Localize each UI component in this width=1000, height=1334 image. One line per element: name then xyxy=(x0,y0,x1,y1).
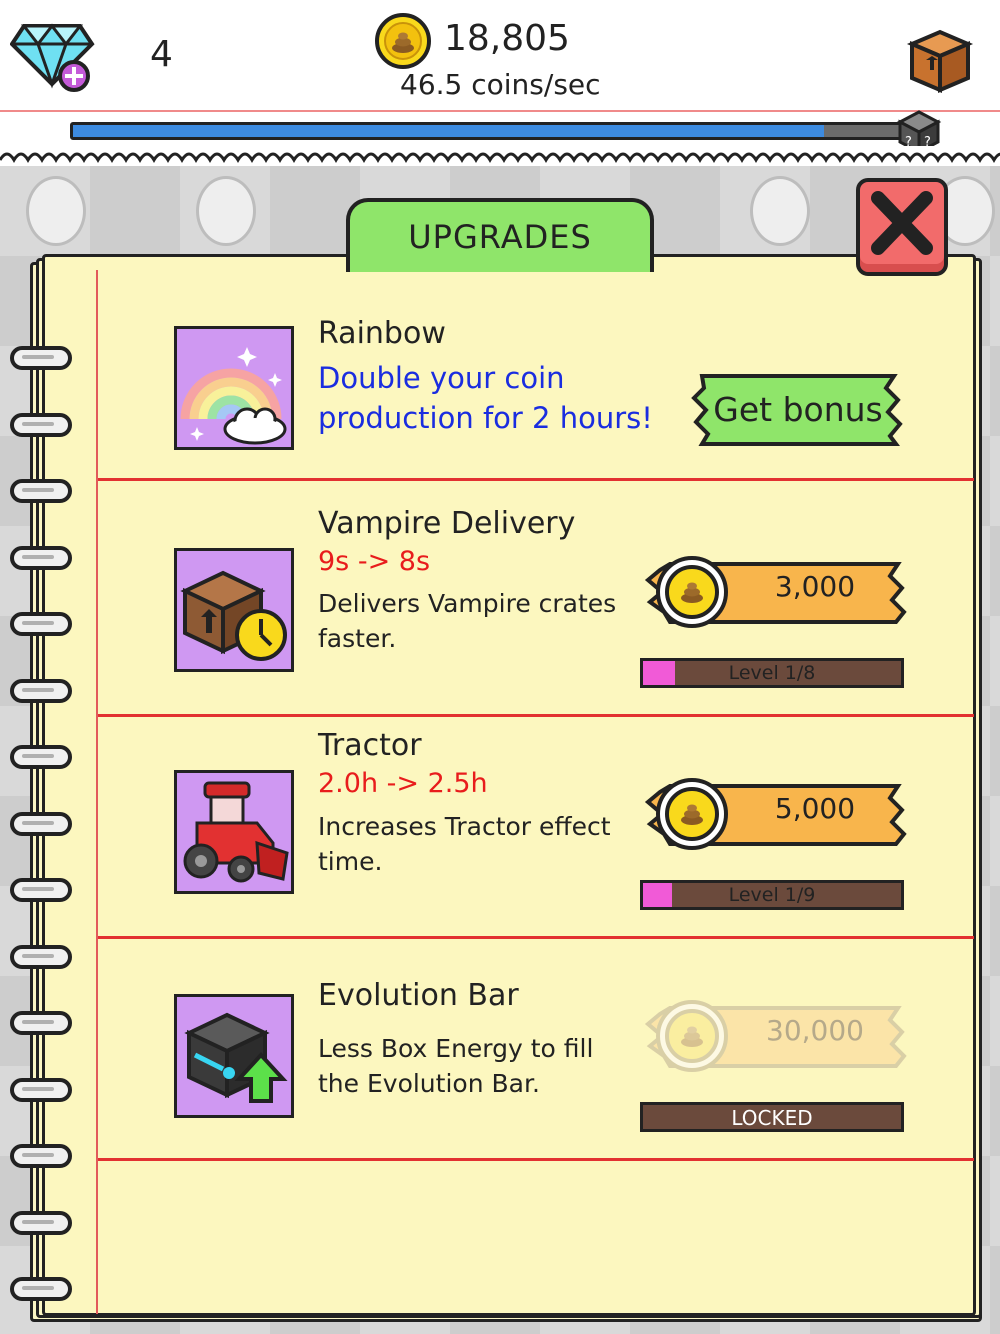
evolution-box-icon xyxy=(174,994,294,1118)
rainbow-icon xyxy=(174,326,294,450)
egg-pattern-icon xyxy=(750,176,810,246)
row-separator xyxy=(98,478,974,481)
spiral-ring xyxy=(10,944,72,969)
egg-pattern-icon xyxy=(196,176,256,246)
top-hud: 4 18,805 46.5 coins/sec xyxy=(0,0,1000,112)
upgrade-level-text: Level 1/9 xyxy=(728,884,816,906)
upgrade-description: Delivers Vampire crates faster. xyxy=(318,589,617,653)
upgrade-level-bar: Level 1/9 xyxy=(640,880,904,910)
crate-icon xyxy=(906,29,974,94)
row-separator xyxy=(98,936,974,939)
row-separator xyxy=(98,1158,974,1161)
buy-upgrade-button-locked: 30,000 xyxy=(640,996,908,1076)
coin-rate: 46.5 coins/sec xyxy=(400,68,601,101)
upgrade-cost: 3,000 xyxy=(774,570,856,603)
scallop-border xyxy=(0,146,1000,163)
upgrade-title: Tractor xyxy=(318,728,422,763)
crate-button[interactable] xyxy=(904,24,974,94)
upgrade-change: 9s -> 8s xyxy=(318,546,431,577)
locked-status-text: LOCKED xyxy=(731,1106,813,1130)
upgrade-title: Rainbow xyxy=(318,316,446,351)
buy-upgrade-button[interactable]: 5,000 xyxy=(640,774,908,854)
spiral-ring xyxy=(10,1011,72,1035)
upgrade-level-bar: Level 1/8 xyxy=(640,658,904,688)
spiral-ring xyxy=(10,678,72,703)
spiral-ring xyxy=(10,1210,72,1235)
gem-icon xyxy=(9,23,95,92)
close-icon xyxy=(871,191,933,255)
spiral-ring xyxy=(10,412,72,437)
spiral-ring xyxy=(10,612,72,636)
upgrade-cost: 5,000 xyxy=(774,792,856,825)
coin-total: 18,805 xyxy=(444,18,570,59)
upgrade-title: Vampire Delivery xyxy=(318,506,576,541)
buy-upgrade-button[interactable]: 3,000 xyxy=(640,552,908,632)
upgrade-cost: 30,000 xyxy=(766,1014,864,1047)
upgrade-description: Increases Tractor effect time. xyxy=(318,812,611,876)
upgrade-level-text: Level 1/8 xyxy=(728,662,816,684)
row-separator xyxy=(98,714,974,717)
spiral-ring xyxy=(10,1277,72,1301)
upgrade-change: 2.0h -> 2.5h xyxy=(318,768,488,799)
page-title: UPGRADES xyxy=(408,218,592,256)
spiral-ring xyxy=(10,1077,72,1102)
upgrade-description: Less Box Energy to fill the Evolution Ba… xyxy=(318,1034,594,1098)
spiral-ring xyxy=(10,811,72,836)
gem-count: 4 xyxy=(150,34,173,75)
egg-pattern-icon xyxy=(26,176,86,246)
evolution-progress-bar xyxy=(70,122,910,140)
get-bonus-button[interactable]: Get bonus xyxy=(690,372,906,448)
spiral-ring xyxy=(10,745,72,769)
add-gems-button[interactable] xyxy=(9,12,96,92)
locked-status-bar: LOCKED xyxy=(640,1102,904,1132)
coin-icon xyxy=(375,13,431,69)
evolution-progress-fill xyxy=(73,125,824,137)
close-button[interactable] xyxy=(856,178,948,276)
spiral-ring xyxy=(10,878,72,902)
get-bonus-label: Get bonus xyxy=(713,390,883,429)
tractor-icon xyxy=(174,770,294,894)
crate-clock-icon xyxy=(174,548,294,672)
spiral-ring xyxy=(10,545,72,570)
spiral-ring xyxy=(10,346,72,370)
spiral-ring xyxy=(10,1144,72,1168)
upgrades-title-tab: UPGRADES xyxy=(346,198,654,272)
upgrade-description: Double your coin production for 2 hours! xyxy=(318,361,653,435)
spiral-ring xyxy=(10,479,72,503)
upgrade-title: Evolution Bar xyxy=(318,978,519,1013)
